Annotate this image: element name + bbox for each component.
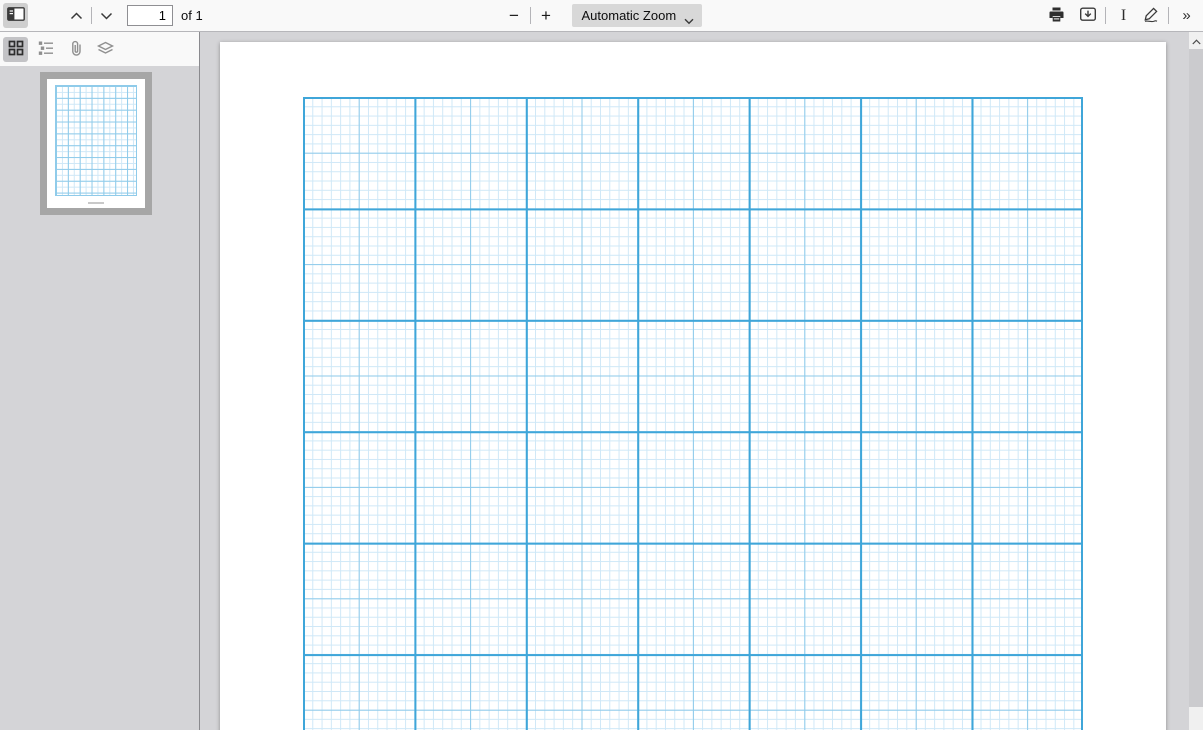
pdf-page — [220, 42, 1166, 730]
layers-icon — [96, 39, 115, 60]
print-button[interactable] — [1044, 3, 1069, 28]
toolbar: of 1 − + Automatic Zoom — [0, 0, 1203, 32]
chevron-down-icon — [100, 8, 113, 23]
zoom-select[interactable]: Automatic Zoom — [572, 4, 702, 27]
sidebar-toggle-icon — [7, 7, 25, 24]
text-annotation-button[interactable]: I — [1111, 3, 1136, 28]
page-number-input[interactable] — [127, 5, 173, 26]
toolbar-zoom-group: − + Automatic Zoom — [502, 0, 702, 31]
scrollbar[interactable] — [1189, 32, 1203, 730]
zoom-out-button[interactable]: − — [502, 3, 527, 28]
thumbnail-footer-text — [88, 202, 104, 204]
graph-paper-grid — [303, 97, 1083, 730]
save-icon — [1079, 6, 1097, 25]
outline-view-button[interactable] — [33, 37, 58, 62]
thumbnails-icon — [7, 39, 25, 60]
draw-annotation-button[interactable] — [1138, 3, 1163, 28]
scrollbar-thumb[interactable] — [1189, 49, 1203, 707]
sidebar-header — [0, 32, 199, 66]
previous-page-button[interactable] — [64, 3, 89, 28]
toolbar-right-group: I » — [1044, 0, 1199, 31]
pdf-viewer-window: of 1 − + Automatic Zoom — [0, 0, 1203, 730]
printer-icon — [1048, 6, 1065, 26]
zoom-in-button[interactable]: + — [534, 3, 559, 28]
pencil-icon — [1142, 5, 1160, 26]
toolbar-separator — [1168, 7, 1169, 24]
outline-icon — [37, 39, 55, 60]
chevron-up-icon — [70, 8, 83, 23]
thumbnail-page-preview — [47, 79, 145, 208]
sidebar — [0, 32, 200, 730]
sidebar-toggle-button[interactable] — [3, 3, 28, 28]
page-thumbnail[interactable] — [40, 72, 152, 215]
paperclip-icon — [67, 39, 85, 60]
scrollbar-up-button[interactable] — [1189, 32, 1203, 49]
more-tools-button[interactable]: » — [1174, 3, 1199, 28]
toolbar-separator — [1105, 7, 1106, 24]
page-count-label: of 1 — [181, 8, 203, 23]
save-button[interactable] — [1075, 3, 1100, 28]
layers-view-button[interactable] — [93, 37, 118, 62]
toolbar-separator — [530, 7, 531, 24]
next-page-button[interactable] — [94, 3, 119, 28]
pdf-viewer-area — [201, 32, 1189, 730]
chevron-down-small-icon — [684, 13, 694, 28]
attachments-view-button[interactable] — [63, 37, 88, 62]
toolbar-left-group: of 1 — [0, 0, 203, 31]
zoom-select-value: Automatic Zoom — [582, 8, 677, 23]
scrollbar-up-arrow-icon — [1192, 33, 1201, 48]
toolbar-separator — [91, 7, 92, 24]
thumbnail-grid-preview — [55, 85, 137, 196]
thumbnails-view-button[interactable] — [3, 37, 28, 62]
